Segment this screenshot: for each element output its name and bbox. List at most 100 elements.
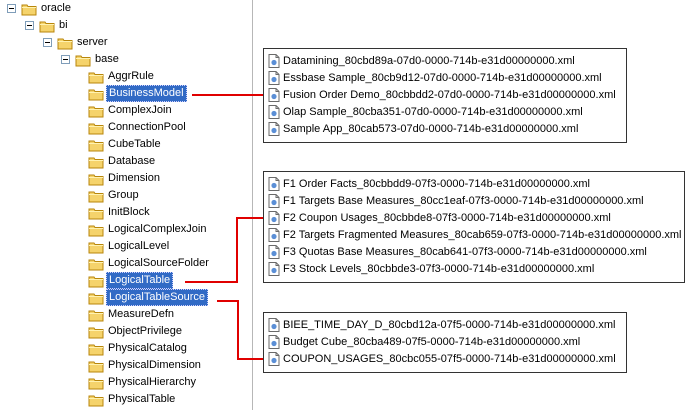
tree-node-label[interactable]: ComplexJoin [106,103,174,118]
collapse-icon[interactable] [43,38,52,47]
tree-node[interactable]: LogicalTableSource [0,289,252,307]
file-name: F2 Targets Fragmented Measures_80cab659-… [283,229,682,241]
tree-node-label[interactable]: Group [106,188,141,203]
folder-icon [88,86,104,102]
xml-file-icon [268,262,280,276]
folder-icon [88,171,104,187]
tree-node[interactable]: Group [0,188,252,205]
tree-node[interactable]: PhysicalHierarchy [0,375,252,392]
xml-file-icon [268,105,280,119]
folder-icon [75,52,91,68]
tree-node-label[interactable]: InitBlock [106,205,152,220]
xml-file-icon [268,54,280,68]
tree-node[interactable]: ComplexJoin [0,103,252,120]
xml-file-icon [268,177,280,191]
tree-node-label[interactable]: PhysicalHierarchy [106,375,198,390]
tree-node-label[interactable]: Dimension [106,171,162,186]
file-name: F1 Order Facts_80cbbdd9-07f3-0000-714b-e… [283,178,590,190]
xml-file-icon [268,352,280,366]
collapse-icon[interactable] [61,55,70,64]
tree-node-label[interactable]: PhysicalCatalog [106,341,189,356]
tree-node-label[interactable]: MeasureDefn [106,307,176,322]
tree-node[interactable]: ConnectionPool [0,120,252,137]
collapse-icon[interactable] [25,21,34,30]
connector-line [236,217,264,219]
tree-node[interactable]: LogicalSourceFolder [0,256,252,273]
folder-icon [57,35,73,51]
tree-node-label[interactable]: LogicalTable [106,272,174,289]
tree-node-label[interactable]: AggrRule [106,69,156,84]
tree-node[interactable]: CubeTable [0,137,252,154]
xml-file-icon [268,194,280,208]
folder-icon [88,69,104,85]
folder-icon [88,188,104,204]
folder-icon [88,205,104,221]
file-list-box: BIEE_TIME_DAY_D_80cbd12a-07f5-0000-714b-… [263,312,627,373]
xml-file-icon [268,335,280,349]
tree-node[interactable]: oracle [0,1,252,18]
xml-file-icon [268,228,280,242]
file-name: F2 Coupon Usages_80cbbde8-07f3-0000-714b… [283,212,611,224]
tree-node[interactable]: base [0,52,252,69]
folder-icon [88,137,104,153]
tree-node[interactable]: ObjectPrivilege [0,324,252,341]
file-name: Fusion Order Demo_80cbbdd2-07d0-0000-714… [283,89,616,101]
tree-node[interactable]: Dimension [0,171,252,188]
tree-node[interactable]: server [0,35,252,52]
tree-node-label[interactable]: bi [57,18,70,33]
tree-node[interactable]: AggrRule [0,69,252,86]
folder-icon [88,154,104,170]
connector-line [237,358,264,360]
tree-node-label[interactable]: ObjectPrivilege [106,324,184,339]
xml-file-icon [268,211,280,225]
file-name: F3 Quotas Base Measures_80cab641-07f3-00… [283,246,647,258]
tree-node-label[interactable]: LogicalLevel [106,239,171,254]
folder-icon [88,273,104,289]
tree-node-label[interactable]: Database [106,154,157,169]
tree-node-label[interactable]: LogicalComplexJoin [106,222,208,237]
folder-icon [88,392,104,408]
tree-node[interactable]: PhysicalTable [0,392,252,409]
tree-node[interactable]: PhysicalDimension [0,358,252,375]
xml-file-icon [268,122,280,136]
tree-node[interactable]: MeasureDefn [0,307,252,324]
connector-line [236,217,238,283]
tree-node-label[interactable]: PhysicalDimension [106,358,203,373]
tree-node-label[interactable]: base [93,52,121,67]
folder-icon [88,324,104,340]
folder-icon [88,222,104,238]
tree-node[interactable]: Database [0,154,252,171]
tree-node-label[interactable]: LogicalTableSource [106,289,209,306]
tree-node[interactable]: bi [0,18,252,35]
tree-node[interactable]: InitBlock [0,205,252,222]
file-name: Essbase Sample_80cb9d12-07d0-0000-714b-e… [283,72,602,84]
collapse-icon[interactable] [7,4,16,13]
folder-icon [88,239,104,255]
folder-icon [21,1,37,17]
tree-node[interactable]: LogicalLevel [0,239,252,256]
xml-file-icon [268,318,280,332]
file-name: F3 Stock Levels_80cbbde3-07f3-0000-714b-… [283,263,595,275]
connector-line [237,300,239,360]
folder-icon [39,18,55,34]
xml-file-icon [268,245,280,259]
folder-icon [88,120,104,136]
file-name: BIEE_TIME_DAY_D_80cbd12a-07f5-0000-714b-… [283,319,616,331]
folder-icon [88,358,104,374]
file-name: Olap Sample_80cba351-07d0-0000-714b-e31d… [283,106,583,118]
tree-node-label[interactable]: PhysicalTable [106,392,177,407]
file-name: Datamining_80cbd89a-07d0-0000-714b-e31d0… [283,55,575,67]
tree-node-label[interactable]: server [75,35,110,50]
folder-icon [88,375,104,391]
folder-icon [88,307,104,323]
tree-node-label[interactable]: oracle [39,1,73,16]
tree-node[interactable]: PhysicalCatalog [0,341,252,358]
file-name: COUPON_USAGES_80cbc055-07f5-0000-714b-e3… [283,353,616,365]
folder-icon [88,103,104,119]
tree-node-label[interactable]: ConnectionPool [106,120,188,135]
tree-node-label[interactable]: BusinessModel [106,85,187,102]
tree-node-label[interactable]: LogicalSourceFolder [106,256,211,271]
tree-node[interactable]: LogicalComplexJoin [0,222,252,239]
file-name: Budget Cube_80cba489-07f5-0000-714b-e31d… [283,336,581,348]
tree-node-label[interactable]: CubeTable [106,137,163,152]
